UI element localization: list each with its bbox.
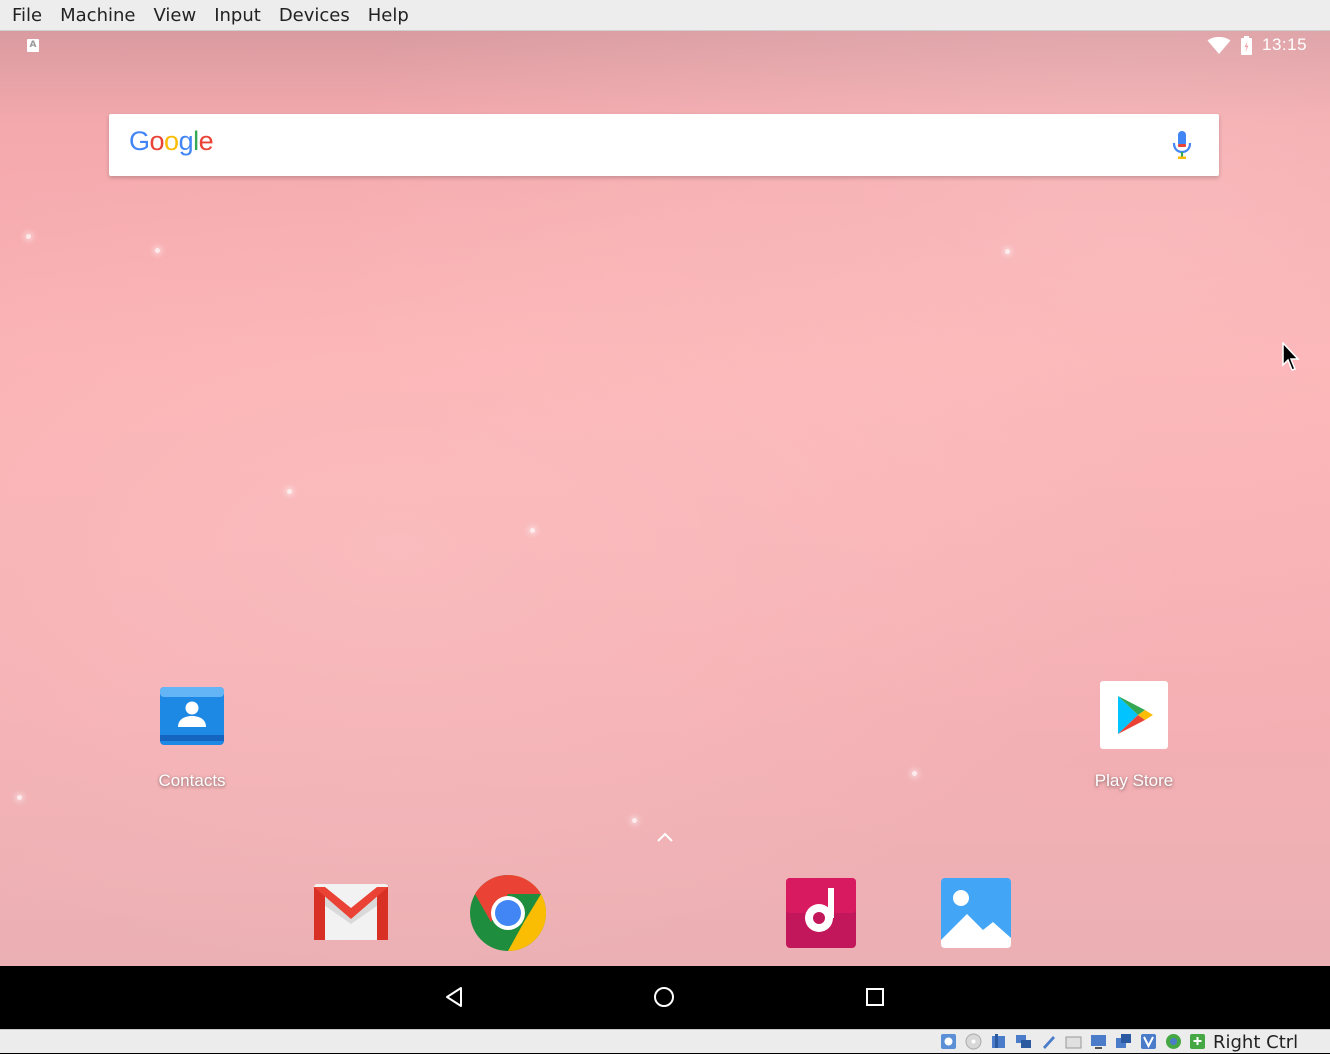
menu-machine[interactable]: Machine [51,0,144,31]
android-home-screen[interactable]: A 13:15 Google Contacts Play Store [0,31,1330,966]
gmail-icon[interactable] [312,874,390,952]
play-store-label: Play Store [1094,771,1174,790]
menu-view[interactable]: View [144,0,205,31]
google-logo: Google [129,126,214,157]
wifi-icon [1207,37,1231,54]
audio-icon[interactable] [990,1033,1007,1050]
home-icon[interactable] [653,986,675,1008]
google-logo-letter: g [178,126,194,156]
android-status-bar: A 13:15 [0,31,1330,61]
mouse-integration-icon[interactable] [1189,1033,1206,1050]
menu-help[interactable]: Help [359,0,418,31]
contacts-label: Contacts [158,771,226,790]
google-search-bar[interactable]: Google [109,114,1219,176]
network-icon[interactable] [1015,1033,1032,1050]
hard-disk-icon[interactable] [940,1033,957,1050]
recents-icon[interactable] [865,986,885,1008]
back-icon[interactable] [444,986,464,1008]
wallpaper-sparkle [1005,249,1010,254]
chrome-icon[interactable] [469,874,547,952]
wallpaper-sparkle [632,818,637,823]
display-icon[interactable] [1090,1033,1107,1050]
usb-icon[interactable] [1040,1033,1057,1050]
chevron-up-icon[interactable] [655,831,675,843]
guest-additions-icon[interactable] [1165,1033,1182,1050]
battery-icon [1241,36,1252,55]
vbox-status-bar: Right Ctrl [0,1029,1330,1053]
wallpaper-sparkle [26,234,31,239]
google-logo-letter: e [198,126,214,156]
menu-file[interactable]: File [0,0,51,31]
virtualization-icon[interactable] [1140,1033,1157,1050]
mic-icon[interactable] [1171,131,1193,161]
menu-input[interactable]: Input [205,0,270,31]
music-icon[interactable] [786,878,856,948]
android-nav-bar [0,966,1330,1029]
google-logo-letter: o [149,126,165,156]
wallpaper-sparkle [155,248,160,253]
play-store-icon [1100,681,1168,749]
optical-drive-icon[interactable] [965,1033,982,1050]
menu-devices[interactable]: Devices [270,0,359,31]
mouse-cursor-icon [1282,342,1300,371]
contacts-icon [158,681,226,749]
wallpaper-sparkle [912,771,917,776]
wallpaper-sparkle [17,795,22,800]
gallery-icon[interactable] [941,878,1011,948]
notification-icon: A [27,39,39,52]
google-logo-letter: o [164,126,179,156]
video-capture-icon[interactable] [1115,1033,1132,1050]
play-store-app[interactable]: Play Store [1064,681,1204,791]
host-key-label: Right Ctrl [1213,1032,1299,1053]
contacts-app[interactable]: Contacts [122,681,262,791]
wallpaper-sparkle [530,528,535,533]
wallpaper-sparkle [287,489,292,494]
vbox-menubar: File Machine View Input Devices Help [0,0,1330,31]
google-logo-letter: G [129,126,150,156]
shared-folders-icon[interactable] [1065,1033,1082,1050]
status-clock: 13:15 [1262,35,1308,54]
